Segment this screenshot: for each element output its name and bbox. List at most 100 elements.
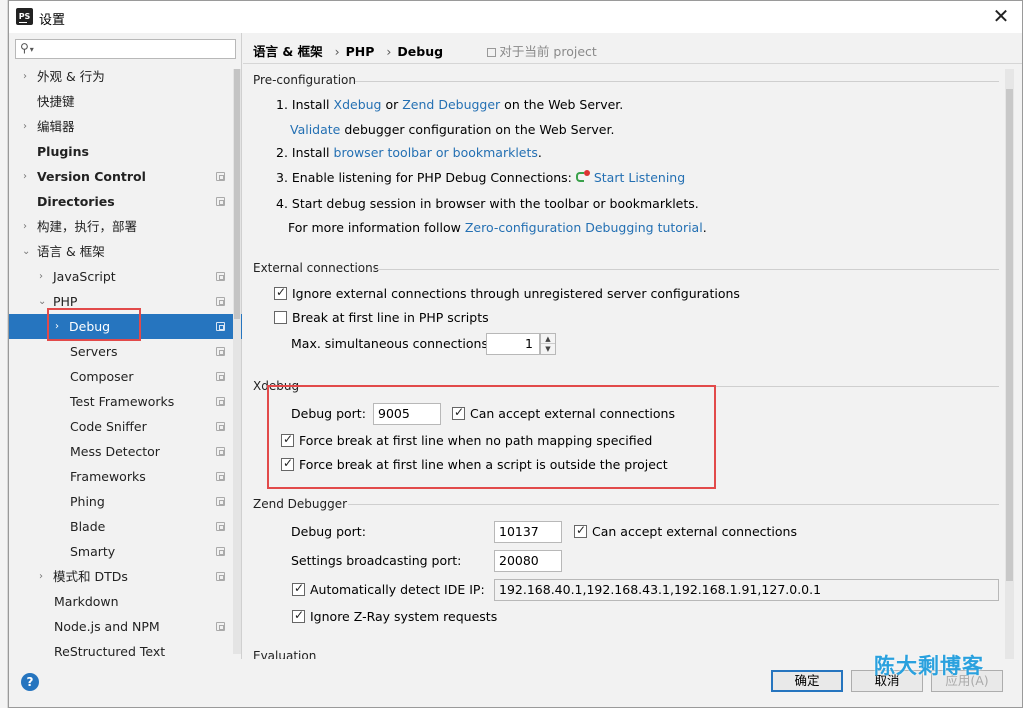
preconfig-step-1: 1. Install Xdebug or Zend Debugger on th… [276, 97, 623, 112]
step-text: on the Web Server. [500, 97, 624, 112]
search-box[interactable]: ⚲ [15, 39, 236, 59]
project-settings-icon [216, 397, 225, 406]
checkbox-checked-icon[interactable] [292, 581, 305, 596]
project-settings-icon [216, 372, 225, 381]
browser-toolbar-link[interactable]: browser toolbar or bookmarklets [334, 145, 538, 160]
highlight-box-debug [47, 308, 141, 341]
max-connections-input[interactable]: 1 [486, 333, 540, 355]
zend-accept-checkbox[interactable]: Can accept external connections [574, 523, 797, 539]
step-text: debugger configuration on the Web Server… [340, 122, 615, 137]
sidebar-scrollbar[interactable] [233, 69, 241, 654]
highlight-box-xdebug [267, 385, 716, 489]
header-divider [243, 63, 1022, 64]
stepper-down-icon[interactable]: ▼ [541, 344, 555, 354]
search-input[interactable] [44, 41, 232, 57]
main-scrollbar[interactable] [1005, 69, 1014, 659]
section-divider [374, 269, 999, 270]
project-settings-icon [216, 497, 225, 506]
project-settings-icon [216, 447, 225, 456]
zend-broadcast-input[interactable]: 20080 [494, 550, 562, 572]
help-button[interactable]: ? [21, 673, 39, 691]
sidebar-item-smarty[interactable]: Smarty [9, 539, 242, 564]
project-settings-icon [216, 272, 225, 281]
dialog-footer: ? 确定 取消 应用(A) [9, 659, 1022, 707]
main-scrollbar-thumb[interactable] [1006, 89, 1013, 581]
sidebar-item-nodejs[interactable]: Node.js and NPM [9, 614, 242, 639]
project-scope-note: 对于当前 project [499, 44, 597, 59]
sidebar-item-plugins[interactable]: Plugins [9, 139, 242, 164]
sidebar-item-markdown[interactable]: Markdown [9, 589, 242, 614]
start-listening-link[interactable]: Start Listening [594, 170, 685, 185]
titlebar: PS 设置 ✕ [9, 1, 1022, 33]
chevron-right-icon: › [23, 221, 27, 232]
sidebar-item-blade[interactable]: Blade [9, 514, 242, 539]
ok-button[interactable]: 确定 [771, 670, 843, 692]
sidebar-item-build[interactable]: › 构建，执行，部署 [9, 214, 242, 239]
sidebar-item-appearance[interactable]: › 外观 & 行为 [9, 64, 242, 89]
sidebar-scrollbar-thumb[interactable] [234, 69, 240, 319]
zend-detect-ip-checkbox[interactable]: Automatically detect IDE IP: [292, 581, 485, 597]
project-settings-icon [216, 622, 225, 631]
sidebar-item-code-sniffer[interactable]: Code Sniffer [9, 414, 242, 439]
sidebar-item-test-frameworks[interactable]: Test Frameworks [9, 389, 242, 414]
project-settings-icon [216, 572, 225, 581]
step-text: For more information follow [288, 220, 465, 235]
section-divider [355, 81, 999, 82]
background-editor-strip [0, 0, 8, 708]
sidebar-item-version-control[interactable]: › Version Control [9, 164, 242, 189]
zend-port-input[interactable]: 10137 [494, 521, 562, 543]
chevron-right-icon: › [23, 71, 27, 82]
checkbox-unchecked-icon[interactable] [274, 311, 287, 324]
zend-ignore-zray-checkbox[interactable]: Ignore Z-Ray system requests [292, 608, 498, 624]
project-settings-icon [216, 347, 225, 356]
step-text: . [537, 145, 542, 160]
ignore-external-checkbox[interactable]: Ignore external connections through unre… [274, 285, 740, 301]
close-button[interactable]: ✕ [990, 6, 1012, 28]
step-text: 1. Install [276, 97, 334, 112]
sidebar-item-frameworks[interactable]: Frameworks [9, 464, 242, 489]
zend-debugger-link[interactable]: Zend Debugger [402, 97, 500, 112]
sidebar-item-servers[interactable]: Servers [9, 339, 242, 364]
chevron-down-icon: ⌄ [38, 296, 47, 307]
sidebar-item-schemas-dtds[interactable]: › 模式和 DTDs [9, 564, 242, 589]
sidebar-item-directories[interactable]: Directories [9, 189, 242, 214]
checkbox-checked-icon[interactable] [574, 523, 587, 538]
sidebar-item-keymap[interactable]: 快捷键 [9, 89, 242, 114]
sidebar-item-composer[interactable]: Composer [9, 364, 242, 389]
sidebar-item-phing[interactable]: Phing [9, 489, 242, 514]
sidebar-item-editor[interactable]: › 编辑器 [9, 114, 242, 139]
settings-main-panel: 语言 & 框架 › PHP › Debug 对于当前 project Pre-confi… [243, 33, 1022, 663]
settings-tree: › 外观 & 行为 快捷键 › 编辑器 Plugins › Version Co… [9, 64, 242, 664]
sidebar-item-languages[interactable]: ⌄ 语言 & 框架 [9, 239, 242, 264]
search-icon: ⚲ [20, 41, 34, 55]
blog-watermark: 陈大剩博客 [874, 654, 984, 678]
chevron-right-icon: › [23, 171, 27, 182]
sidebar-item-javascript[interactable]: › JavaScript [9, 264, 242, 289]
breadcrumb-separator-icon: › [386, 44, 392, 59]
settings-sidebar: ⚲ › 外观 & 行为 快捷键 › 编辑器 Plugins › Version … [9, 33, 242, 659]
validate-link[interactable]: Validate [290, 122, 340, 137]
zend-port-label: Debug port: [291, 524, 366, 539]
step-text: . [702, 220, 707, 235]
break-first-line-checkbox[interactable]: Break at first line in PHP scripts [274, 310, 489, 325]
project-settings-icon [216, 422, 225, 431]
max-connections-stepper[interactable]: ▲ ▼ [540, 333, 556, 355]
zero-config-tutorial-link[interactable]: Zero-configuration Debugging tutorial [465, 220, 703, 235]
project-settings-icon [216, 172, 225, 181]
chevron-down-icon: ⌄ [22, 246, 31, 257]
chevron-right-icon: › [23, 121, 27, 132]
stepper-up-icon[interactable]: ▲ [541, 334, 555, 344]
breadcrumb-debug: Debug [397, 44, 444, 59]
phpstorm-logo-icon: PS [16, 8, 33, 25]
sidebar-item-mess-detector[interactable]: Mess Detector [9, 439, 242, 464]
section-title-external: External connections [253, 261, 379, 275]
checkbox-label: Ignore Z-Ray system requests [310, 609, 498, 624]
zend-ip-list-field[interactable]: 192.168.40.1,192.168.43.1,192.168.1.91,1… [494, 579, 999, 601]
settings-dialog: PS 设置 ✕ ⚲ › 外观 & 行为 快捷键 › 编辑器 Plugins [8, 0, 1023, 708]
checkbox-checked-icon[interactable] [274, 285, 287, 300]
checkbox-checked-icon[interactable] [292, 608, 305, 623]
max-connections-label: Max. simultaneous connections: [291, 336, 493, 351]
xdebug-link[interactable]: Xdebug [334, 97, 382, 112]
preconfig-step-4b: For more information follow Zero-configu… [288, 220, 707, 235]
checkbox-label: Ignore external connections through unre… [292, 286, 740, 301]
